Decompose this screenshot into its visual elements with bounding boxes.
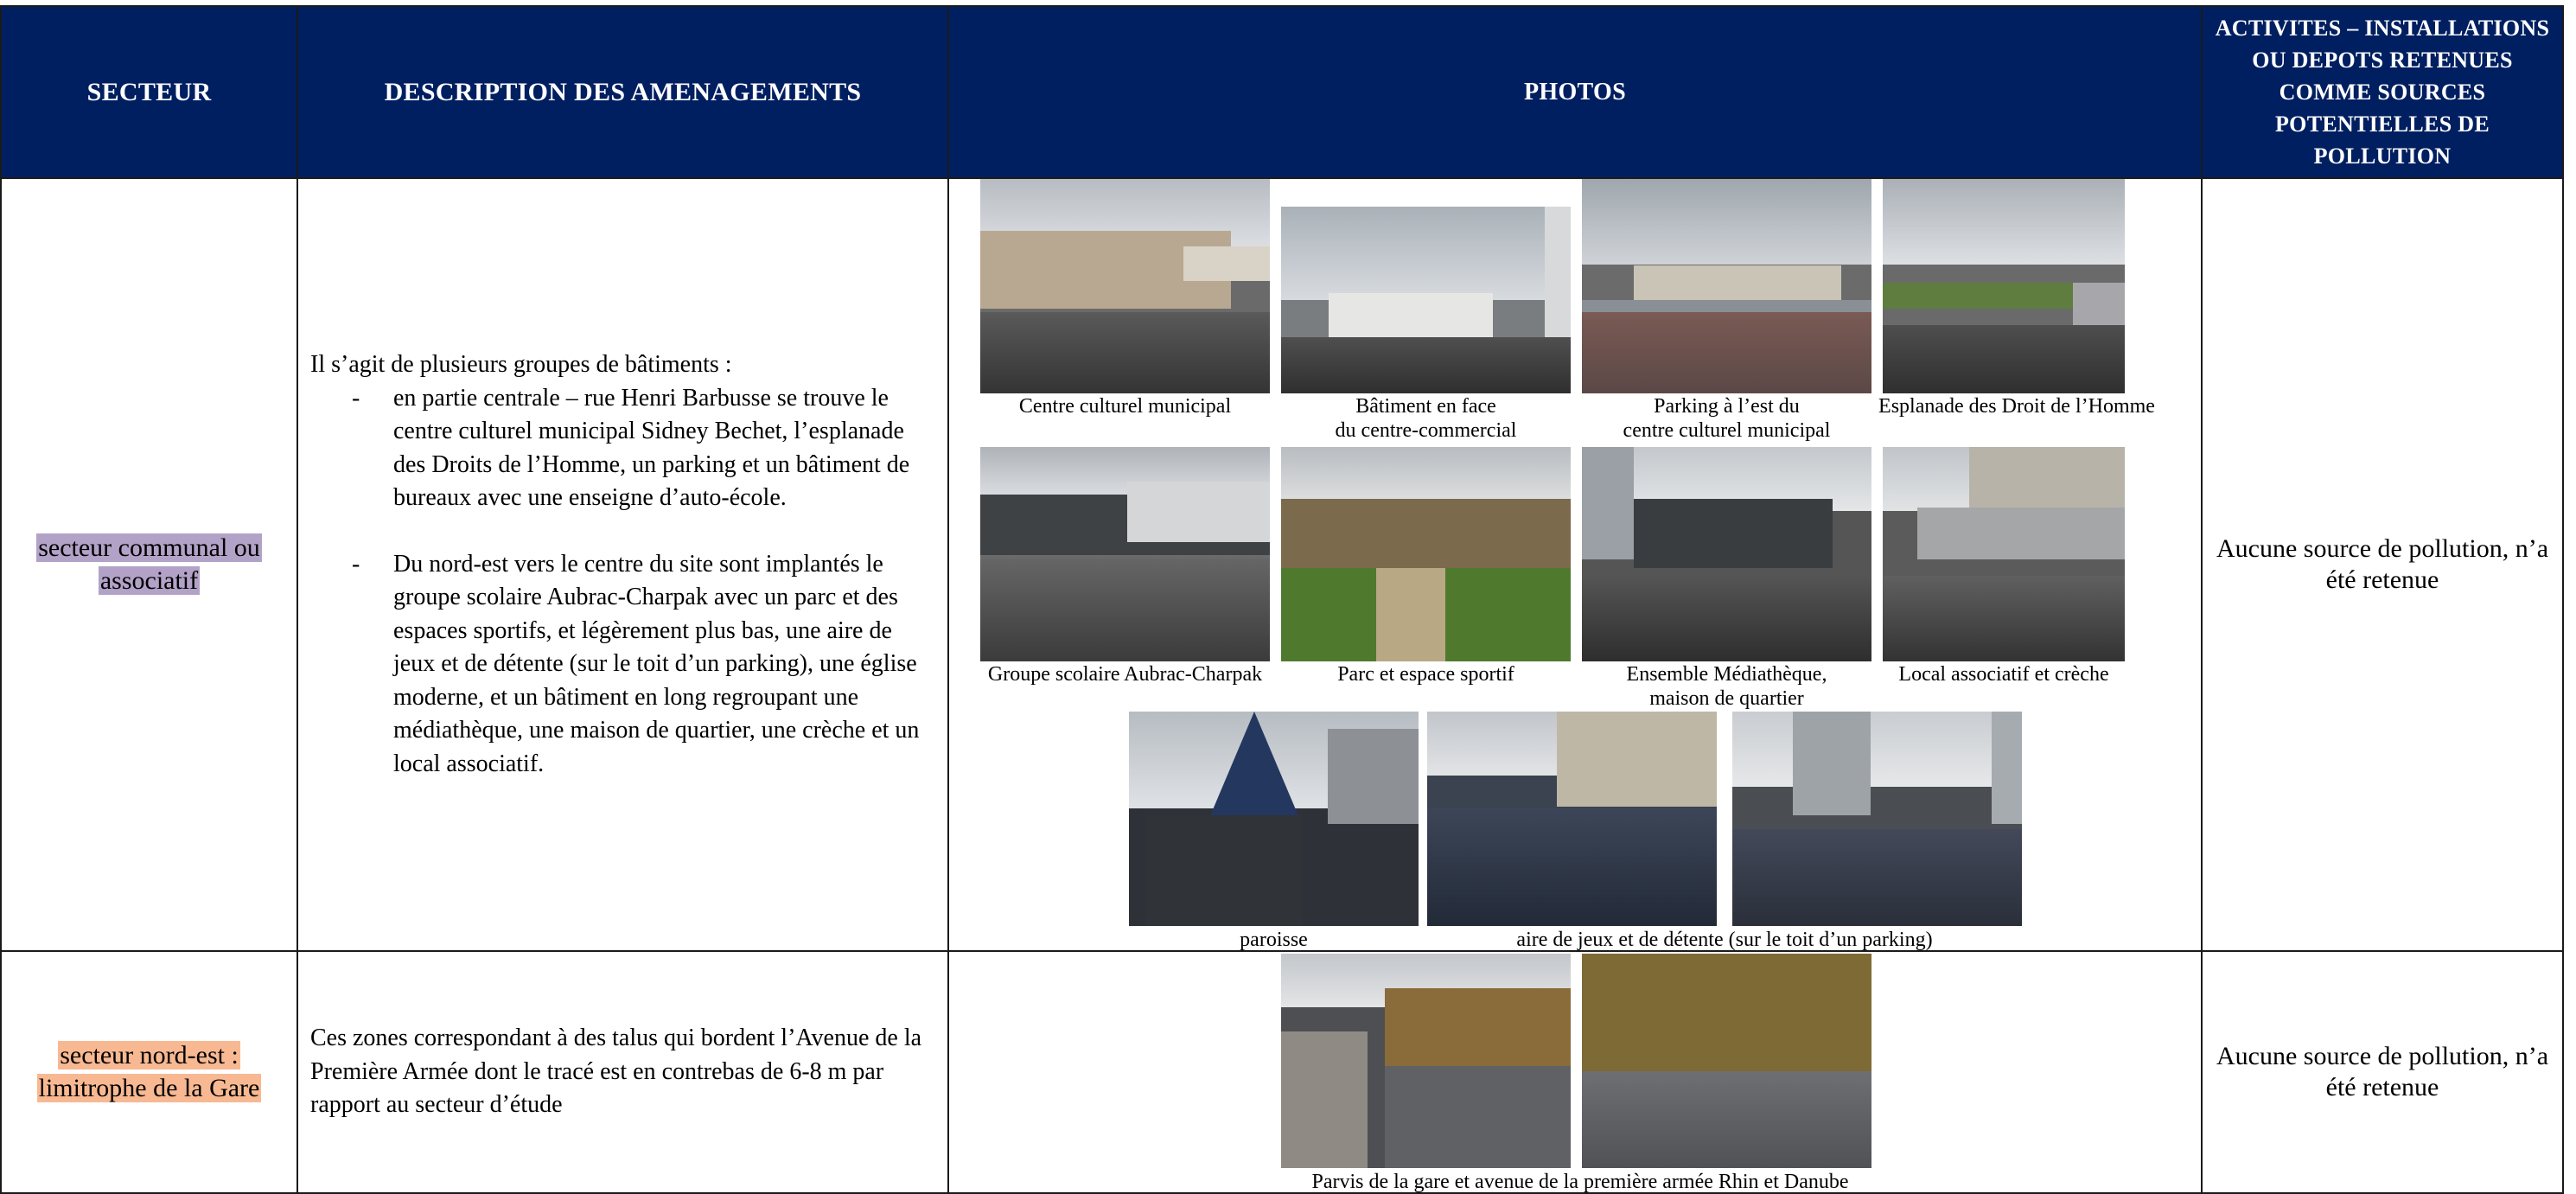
photo-centre-culturel bbox=[980, 180, 1270, 393]
sector-cell: secteur communal ou associatif bbox=[0, 177, 298, 952]
caption-parking-est-1: Parking à l’est du bbox=[1654, 395, 1800, 418]
photo-batiment-face bbox=[1281, 207, 1571, 393]
table-row-nord-est: secteur nord-est : limitrophe de la Gare… bbox=[0, 950, 2564, 1194]
caption-aire-jeux: aire de jeux et de détente (sur le toit … bbox=[1516, 929, 1933, 951]
result-cell: Aucune source de pollution, n’a été rete… bbox=[2201, 950, 2564, 1194]
header-activites: Activites – installations ou depots rete… bbox=[2201, 5, 2564, 179]
table-header-row: Secteur Description des amenagements pho… bbox=[0, 5, 2564, 179]
sector-cell: secteur nord-est : limitrophe de la Gare bbox=[0, 950, 298, 1194]
caption-parking-est-2: centre culturel municipal bbox=[1623, 419, 1831, 442]
photo-esplanade bbox=[1883, 180, 2125, 393]
caption-groupe-scolaire: Groupe scolaire Aubrac-Charpak bbox=[987, 663, 1263, 686]
caption-batiment-face-2: du centre-commercial bbox=[1335, 419, 1517, 442]
photo-parking-est bbox=[1582, 180, 1871, 393]
description-list: en partie centrale – rue Henri Barbusse … bbox=[310, 382, 937, 782]
description-cell: Ces zones correspondant à des talus qui … bbox=[296, 950, 949, 1194]
description-text: Ces zones correspondant à des talus qui … bbox=[310, 1025, 922, 1119]
photo-groupe-scolaire bbox=[980, 447, 1270, 661]
pollution-sources-table: Secteur Description des amenagements pho… bbox=[0, 5, 2564, 1194]
description-intro: Il s’agit de plusieurs groupes de bâtime… bbox=[310, 351, 732, 378]
table-row-communal: secteur communal ou associatif Il s’agit… bbox=[0, 177, 2564, 952]
description-cell: Il s’agit de plusieurs groupes de bâtime… bbox=[296, 177, 949, 952]
description-item: en partie centrale – rue Henri Barbusse … bbox=[310, 382, 937, 515]
photo-local-associatif bbox=[1883, 447, 2125, 661]
photo-paroisse bbox=[1129, 712, 1419, 926]
caption-paroisse: paroisse bbox=[1240, 929, 1308, 951]
sector-label-nord-est: secteur nord-est : limitrophe de la Gare bbox=[36, 1041, 262, 1102]
caption-parc: Parc et espace sportif bbox=[1337, 663, 1514, 686]
header-photos: photos bbox=[947, 5, 2203, 179]
caption-mediatheque-2: maison de quartier bbox=[1649, 687, 1804, 710]
caption-centre-culturel: Centre culturel municipal bbox=[1018, 395, 1232, 418]
photo-parvis-gare-1 bbox=[1281, 954, 1571, 1168]
photo-aire-jeux-2 bbox=[1732, 712, 2022, 926]
photos-cell: Centre culturel municipal Bâtiment en fa… bbox=[947, 177, 2203, 952]
photo-parvis-gare-2 bbox=[1582, 954, 1871, 1168]
caption-local-associatif: Local associatif et crèche bbox=[1898, 663, 2109, 686]
sector-label-communal: secteur communal ou associatif bbox=[36, 533, 262, 595]
caption-esplanade: Esplanade des Droit de l’Homme bbox=[1878, 395, 2155, 418]
photo-aire-jeux-1 bbox=[1427, 712, 1717, 926]
caption-mediatheque-1: Ensemble Médiathèque, bbox=[1626, 663, 1827, 686]
description-item: Du nord-est vers le centre du site sont … bbox=[310, 548, 937, 782]
header-secteur: Secteur bbox=[0, 5, 298, 179]
photos-cell: Parvis de la gare et avenue de la premiè… bbox=[947, 950, 2203, 1194]
photo-mediatheque bbox=[1582, 447, 1871, 661]
header-description: Description des amenagements bbox=[296, 5, 949, 179]
caption-batiment-face-1: Bâtiment en face bbox=[1355, 395, 1496, 418]
photo-parc bbox=[1281, 447, 1571, 661]
result-cell: Aucune source de pollution, n’a été rete… bbox=[2201, 177, 2564, 952]
